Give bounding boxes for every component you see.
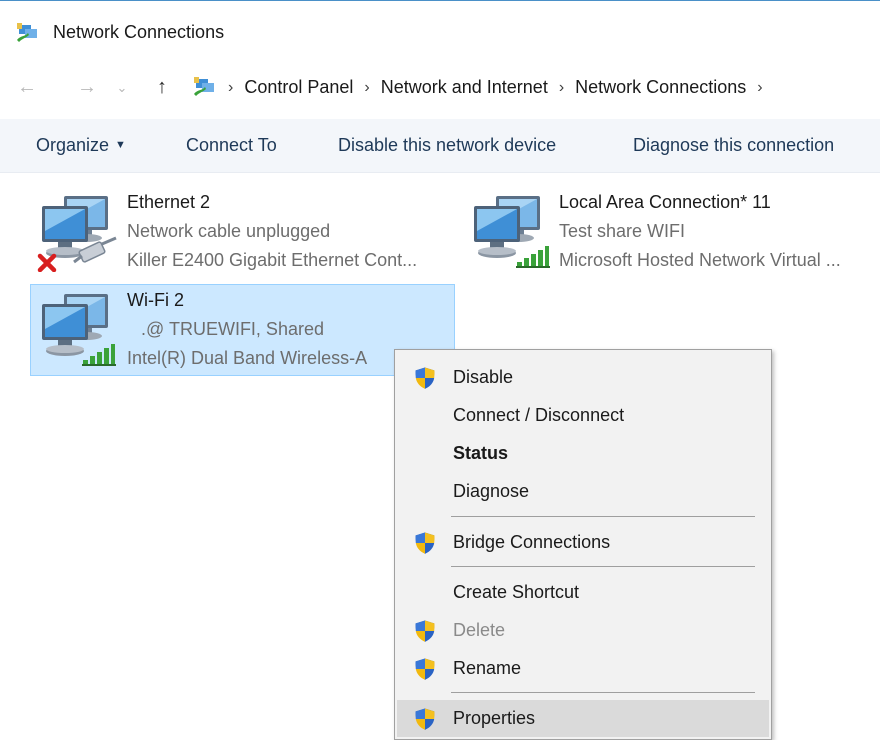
menu-item-label: Diagnose (453, 481, 530, 501)
menu-item-create-shortcut[interactable]: Create Shortcut (397, 574, 769, 611)
menu-item-label: Disable (453, 367, 514, 387)
connection-name: Local Area Connection* 11 (559, 192, 771, 212)
back-arrow-icon[interactable]: ← (14, 74, 40, 100)
dropdown-caret-icon: ▼ (115, 139, 126, 151)
menu-item-label: Delete (453, 620, 506, 640)
network-connections-icon (17, 23, 39, 43)
uac-shield-icon (413, 366, 437, 390)
connection-status: .@ TRUEWIFI, Shared (141, 319, 324, 339)
connect-to-button[interactable]: Connect To (186, 135, 277, 156)
chevron-right-icon[interactable]: › (559, 79, 564, 97)
wifi-network-icon (468, 190, 552, 272)
context-menu: Disable Connect / Disconnect Status Diag… (394, 349, 772, 740)
uac-shield-icon (413, 657, 437, 681)
menu-item-rename[interactable]: Rename (397, 650, 769, 687)
command-bar: Organize ▼ Connect To Disable this networ… (0, 119, 880, 173)
menu-item-properties[interactable]: Properties (397, 700, 769, 737)
connection-item-local-area-connection-11[interactable]: Local Area Connection* 11 Test share WIF… (462, 186, 880, 278)
address-bar: ← → ⌄ ↑ › Control Panel › Network and In… (0, 68, 880, 106)
breadcrumb: › Control Panel › Network and Internet ›… (228, 77, 774, 98)
menu-item-delete: Delete (397, 612, 769, 649)
forward-arrow-icon[interactable]: → (74, 74, 100, 100)
title-bar: Network Connections (0, 16, 880, 50)
connection-name: Wi-Fi 2 (127, 290, 184, 310)
menu-separator (451, 516, 755, 517)
connection-device: Intel(R) Dual Band Wireless-A (127, 348, 368, 368)
up-arrow-icon[interactable]: ↑ (149, 74, 175, 100)
uac-shield-icon (413, 619, 437, 643)
chevron-right-icon[interactable]: › (228, 79, 233, 97)
menu-item-label: Bridge Connections (453, 532, 611, 552)
recent-locations-chevron-icon[interactable]: ⌄ (109, 75, 135, 101)
menu-item-label: Status (453, 443, 509, 463)
diagnose-connection-button[interactable]: Diagnose this connection (633, 135, 834, 156)
wifi-network-icon (36, 288, 120, 370)
window-title: Network Connections (53, 22, 225, 42)
breadcrumb-network-connections[interactable]: Network Connections (575, 77, 746, 98)
menu-item-label: Rename (453, 658, 522, 678)
menu-item-status[interactable]: Status (397, 435, 769, 472)
connection-device: Killer E2400 Gigabit Ethernet Cont... (127, 250, 418, 270)
menu-item-connect-disconnect[interactable]: Connect / Disconnect (397, 397, 769, 434)
connection-status: Test share WIFI (559, 221, 686, 241)
connection-item-ethernet-2[interactable]: Ethernet 2 Network cable unplugged Kille… (30, 186, 455, 278)
menu-item-disable[interactable]: Disable (397, 359, 769, 396)
organize-label: Organize (36, 135, 110, 155)
network-connections-icon (194, 77, 216, 97)
menu-item-label: Connect / Disconnect (453, 405, 625, 425)
menu-item-label: Create Shortcut (453, 582, 580, 602)
menu-item-diagnose[interactable]: Diagnose (397, 473, 769, 510)
uac-shield-icon (413, 707, 437, 731)
breadcrumb-network-and-internet[interactable]: Network and Internet (381, 77, 548, 98)
chevron-right-icon[interactable]: › (757, 79, 762, 97)
menu-item-bridge-connections[interactable]: Bridge Connections (397, 524, 769, 561)
breadcrumb-control-panel[interactable]: Control Panel (244, 77, 353, 98)
window-top-border (0, 0, 880, 1)
disable-device-button[interactable]: Disable this network device (338, 135, 556, 156)
connection-status: Network cable unplugged (127, 221, 331, 241)
organize-button[interactable]: Organize ▼ (36, 135, 126, 156)
menu-separator (451, 566, 755, 567)
ethernet-disconnected-icon (37, 190, 117, 272)
uac-shield-icon (413, 531, 437, 555)
connection-item-wifi-2[interactable]: Wi-Fi 2 .@ TRUEWIFI, Shared Intel(R) Dua… (30, 284, 455, 376)
chevron-right-icon[interactable]: › (364, 79, 369, 97)
connection-device: Microsoft Hosted Network Virtual ... (559, 250, 841, 270)
menu-separator (451, 692, 755, 693)
connection-name: Ethernet 2 (127, 192, 211, 212)
menu-item-label: Properties (453, 708, 536, 728)
